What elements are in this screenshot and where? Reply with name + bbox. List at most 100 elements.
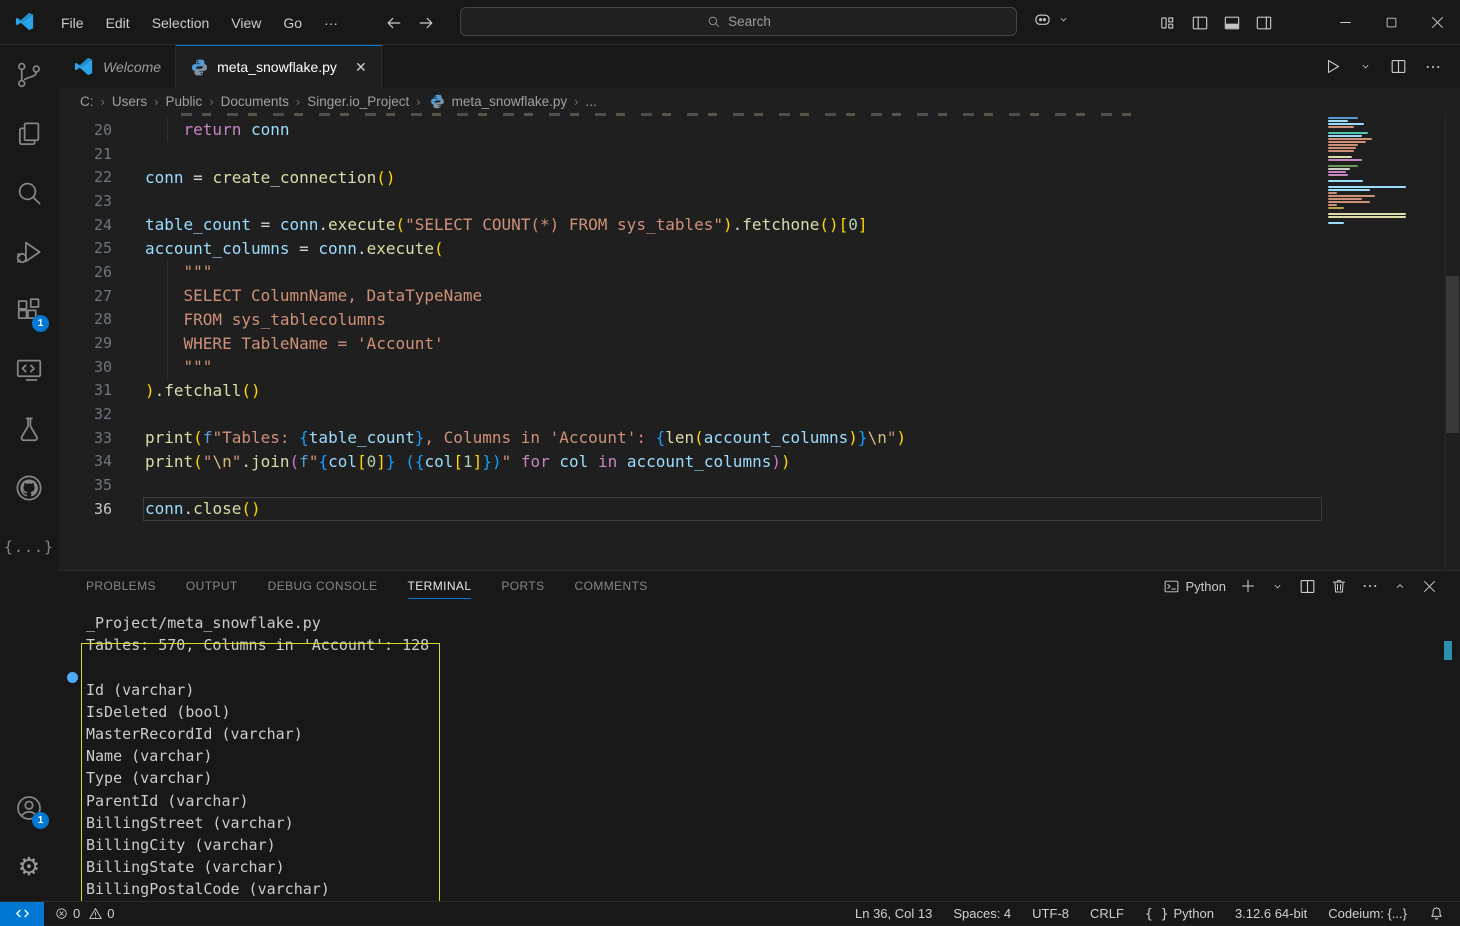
menu-selection[interactable]: Selection — [141, 10, 221, 36]
panel-tab-output[interactable]: OUTPUT — [186, 573, 238, 599]
line-content: ).fetchall() — [145, 381, 261, 400]
status-ln-36-col-13[interactable]: Ln 36, Col 13 — [855, 906, 932, 921]
editor-scrollbar[interactable] — [1445, 115, 1460, 570]
status-codeium-[interactable]: Codeium: {...} — [1328, 906, 1407, 921]
line-number: 30 — [58, 358, 112, 376]
breadcrumb-item[interactable]: Documents — [221, 94, 289, 109]
breadcrumb-item[interactable]: Singer.io_Project — [307, 94, 409, 109]
panel-tab-comments[interactable]: COMMENTS — [575, 573, 648, 599]
activity-source-control-icon[interactable] — [0, 45, 58, 104]
code-line-30: 30 """ — [58, 355, 1460, 379]
panel-tab-debug-console[interactable]: DEBUG CONSOLE — [268, 573, 378, 599]
search-icon — [706, 14, 721, 29]
breadcrumb-item[interactable]: ... — [586, 94, 597, 109]
line-number: 21 — [58, 145, 112, 163]
status-python[interactable]: { }Python — [1145, 906, 1214, 922]
warning-icon — [88, 906, 103, 921]
code-editor[interactable]: 20 return conn2122conn = create_connecti… — [58, 115, 1460, 570]
minimap[interactable] — [1328, 117, 1410, 225]
activity-run-debug-icon[interactable] — [0, 222, 58, 281]
command-search-box[interactable]: Search — [460, 7, 1017, 36]
status-spaces-4[interactable]: Spaces: 4 — [953, 906, 1011, 921]
chevron-down-icon — [1056, 12, 1071, 27]
split-editor-icon[interactable] — [1389, 57, 1408, 76]
panel-tab-terminal[interactable]: TERMINAL — [408, 573, 472, 599]
activity-accounts-icon[interactable]: 1 — [0, 778, 58, 837]
menu-edit[interactable]: Edit — [95, 10, 141, 36]
status-bar-right: Ln 36, Col 13 Spaces: 4 UTF-8 CRLF { }Python… — [855, 905, 1460, 922]
breadcrumb-separator: › — [154, 94, 158, 109]
line-number: 26 — [58, 263, 112, 281]
activity-search-icon[interactable] — [0, 163, 58, 222]
breadcrumb-item[interactable]: Public — [165, 94, 202, 109]
tab-meta-snowflake-py[interactable]: meta_snowflake.py✕ — [176, 45, 382, 88]
breadcrumb-label: ... — [586, 94, 597, 109]
run-python-file-icon[interactable] — [1323, 57, 1342, 76]
status-utf-8[interactable]: UTF-8 — [1032, 906, 1069, 921]
activity-codeium-icon[interactable]: {...} — [0, 517, 58, 576]
menu-file[interactable]: File — [50, 10, 95, 36]
warning-count: 0 — [107, 906, 114, 921]
breadcrumb-item[interactable]: meta_snowflake.py — [428, 92, 568, 111]
activity-settings-icon[interactable]: ⚙ — [0, 837, 58, 896]
terminal-profile[interactable]: Python — [1163, 578, 1226, 595]
line-number: 34 — [58, 452, 112, 470]
editor-scrollbar-thumb[interactable] — [1446, 276, 1459, 433]
close-panel-icon[interactable] — [1421, 578, 1438, 595]
badge: 1 — [32, 315, 49, 332]
line-content: SELECT ColumnName, DataTypeName — [145, 286, 482, 305]
line-number: 25 — [58, 239, 112, 257]
menu-view[interactable]: View — [220, 10, 272, 36]
activity-remote-explorer-icon[interactable] — [0, 340, 58, 399]
breadcrumb-label: Singer.io_Project — [307, 94, 409, 109]
remote-indicator[interactable] — [0, 902, 44, 926]
activity-bar-items: 1 {...} — [0, 45, 58, 576]
menu-go[interactable]: Go — [272, 10, 313, 36]
menu-[interactable]: ··· — [313, 10, 349, 36]
copilot-menu[interactable] — [1032, 9, 1071, 30]
activity-explorer-icon[interactable] — [0, 104, 58, 163]
forward-arrow-icon[interactable] — [416, 13, 436, 33]
breadcrumb-item[interactable]: C: — [80, 94, 94, 109]
activity-extensions-icon[interactable]: 1 — [0, 281, 58, 340]
panel-tab-problems[interactable]: PROBLEMS — [86, 573, 156, 599]
code-line-26: 26 """ — [58, 260, 1460, 284]
kill-terminal-trash-icon[interactable] — [1330, 577, 1348, 595]
breadcrumb-item[interactable]: Users — [112, 94, 147, 109]
search-placeholder: Search — [728, 14, 771, 29]
terminal-line: Id (varchar) — [58, 681, 1460, 703]
toggle-panel-icon[interactable] — [1222, 13, 1242, 33]
title-bar: FileEditSelectionViewGo··· Search — [0, 0, 1460, 45]
toggle-primary-sidebar-icon[interactable] — [1190, 13, 1210, 33]
maximize-button[interactable] — [1368, 0, 1414, 45]
terminal-line: BillingPostalCode (varchar) — [58, 880, 1460, 901]
bell-icon[interactable] — [1428, 905, 1445, 922]
close-button[interactable] — [1414, 0, 1460, 45]
terminal-view[interactable]: _Project/meta_snowflake.pyTables: 570, C… — [58, 601, 1460, 901]
panel-more-actions-icon[interactable] — [1361, 577, 1379, 595]
tab-welcome[interactable]: Welcome — [58, 45, 176, 88]
run-dropdown-chevron-icon[interactable] — [1358, 59, 1373, 74]
panel-header: PROBLEMS OUTPUT DEBUG CONSOLE TERMINAL PORTS… — [58, 571, 1460, 601]
editor-more-actions-icon[interactable] — [1424, 58, 1442, 76]
toggle-secondary-sidebar-icon[interactable] — [1254, 13, 1274, 33]
customize-layout-icon[interactable] — [1158, 13, 1178, 33]
status-crlf[interactable]: CRLF — [1090, 906, 1124, 921]
line-content: print(f"Tables: {table_count}, Columns i… — [145, 428, 906, 447]
terminal-dropdown-chevron-icon[interactable] — [1270, 579, 1285, 594]
code-line-35: 35 — [58, 473, 1460, 497]
problems-summary[interactable]: 0 0 — [44, 906, 124, 921]
status-3-12-6-64-bit[interactable]: 3.12.6 64-bit — [1235, 906, 1307, 921]
activity-github-icon[interactable] — [0, 458, 58, 517]
terminal-line: Tables: 570, Columns in 'Account': 128 — [58, 636, 1460, 658]
panel-tab-ports[interactable]: PORTS — [501, 573, 544, 599]
close-tab-icon[interactable]: ✕ — [355, 59, 367, 76]
split-terminal-icon[interactable] — [1298, 577, 1317, 596]
back-arrow-icon[interactable] — [384, 13, 404, 33]
clipped-code-line — [181, 113, 1141, 116]
new-terminal-icon[interactable] — [1239, 577, 1257, 595]
maximize-panel-chevron-icon[interactable] — [1392, 578, 1408, 594]
activity-testing-icon[interactable] — [0, 399, 58, 458]
status-label: Python — [1173, 906, 1213, 921]
minimize-button[interactable] — [1322, 0, 1368, 45]
